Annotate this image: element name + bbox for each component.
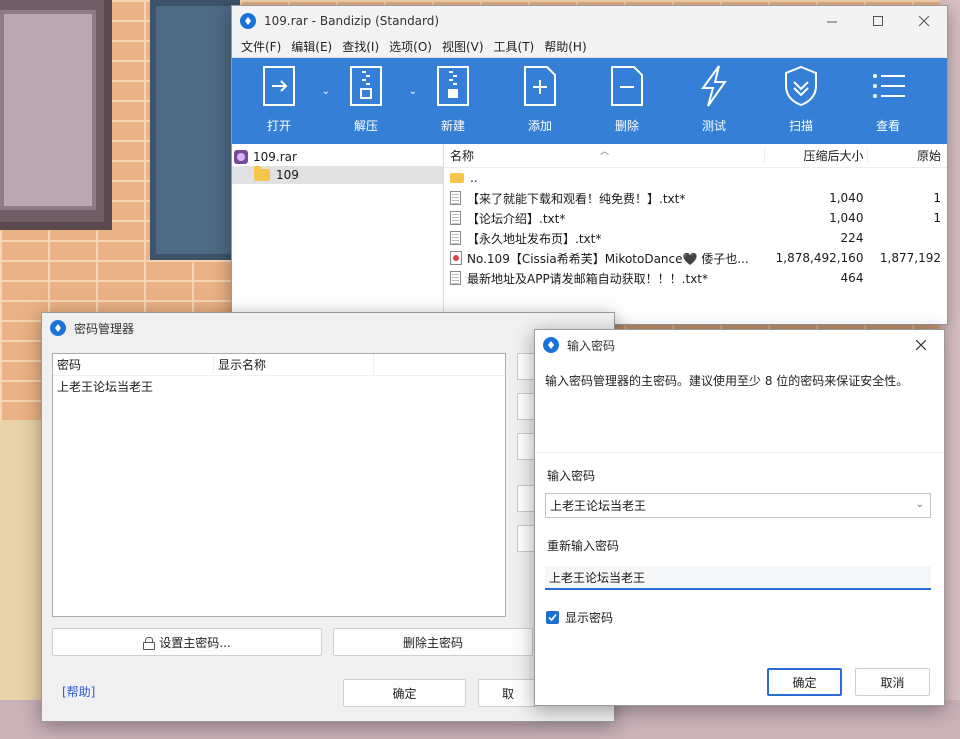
new-archive-icon xyxy=(437,66,469,106)
set-master-password-button[interactable]: 设置主密码... xyxy=(52,628,322,656)
password-manager-title: 密码管理器 xyxy=(74,321,135,336)
menu-file[interactable]: 文件(F) xyxy=(236,38,286,55)
add-button[interactable]: 添加 xyxy=(507,64,573,134)
open-icon xyxy=(263,66,295,106)
menu-bar: 文件(F) 编辑(E) 查找(I) 选项(O) 视图(V) 工具(T) 帮助(H… xyxy=(232,36,947,58)
dialog-close-button[interactable] xyxy=(898,330,944,360)
delete-master-password-button[interactable]: 删除主密码 xyxy=(333,628,533,656)
text-file-icon xyxy=(450,271,461,285)
wallpaper-window xyxy=(0,0,112,230)
show-password-checkbox[interactable] xyxy=(546,611,559,624)
password-list: 密码 显示名称 上老王论坛当老王 xyxy=(52,353,506,617)
file-row[interactable]: .. xyxy=(444,168,947,188)
maximize-button[interactable] xyxy=(855,6,901,36)
menu-view[interactable]: 视图(V) xyxy=(437,38,489,55)
confirm-password-label: 重新输入密码 xyxy=(547,539,620,553)
wallpaper-sill xyxy=(0,420,45,720)
file-row[interactable]: 【论坛介绍】.txt* 1,040 1 xyxy=(444,208,947,228)
wallpaper-panel xyxy=(150,0,240,260)
bandizip-logo-icon xyxy=(543,337,559,353)
dialog-ok-button[interactable]: 确定 xyxy=(767,668,842,696)
show-password-label: 显示密码 xyxy=(565,611,614,625)
rar-archive-icon xyxy=(234,150,248,164)
tree-item-folder[interactable]: 109 xyxy=(232,166,443,184)
menu-find[interactable]: 查找(I) xyxy=(337,38,384,55)
column-header-password[interactable]: 密码 xyxy=(53,356,213,373)
folder-tree: 109.rar 109 xyxy=(232,144,444,324)
help-link[interactable]: [帮助] xyxy=(62,683,95,700)
test-icon xyxy=(701,65,727,107)
scan-shield-icon xyxy=(785,65,817,107)
password-list-item[interactable]: 上老王论坛当老王 xyxy=(53,376,505,396)
file-row[interactable]: 【来了就能下载和观看！纯免费！】.txt* 1,040 1 xyxy=(444,188,947,208)
minimize-button[interactable] xyxy=(809,6,855,36)
dialog-description: 输入密码管理器的主密码。建议使用至少 8 位的密码来保证安全性。 xyxy=(545,374,909,388)
password-combobox[interactable]: 上老王论坛当老王 ⌄ xyxy=(545,493,931,518)
delete-icon xyxy=(611,66,643,106)
bandizip-content: 109.rar 109 名称 ︿ 压缩后大小 原始 .. 【来了就能下载和观看！… xyxy=(232,144,947,324)
password-manager-cancel-button[interactable]: 取 xyxy=(478,679,538,707)
bandizip-window: 109.rar - Bandizip (Standard) 文件(F) 编辑(E… xyxy=(231,5,948,325)
open-button[interactable]: 打开 ⌄ xyxy=(246,64,330,134)
chevron-down-icon[interactable]: ⌄ xyxy=(916,499,924,510)
delete-button[interactable]: 删除 xyxy=(594,64,660,134)
folder-icon xyxy=(254,166,270,181)
lock-icon xyxy=(143,636,156,650)
password-manager-titlebar[interactable]: 密码管理器 xyxy=(42,313,614,343)
dialog-title: 输入密码 xyxy=(567,338,616,353)
file-row[interactable]: 【永久地址发布页】.txt* 224 xyxy=(444,228,947,248)
test-button[interactable]: 测试 xyxy=(681,64,747,134)
password-label: 输入密码 xyxy=(547,469,596,483)
menu-help[interactable]: 帮助(H) xyxy=(539,38,591,55)
video-file-icon xyxy=(450,251,462,265)
view-list-icon xyxy=(873,74,905,98)
sort-ascending-icon: ︿ xyxy=(600,147,610,157)
menu-tools[interactable]: 工具(T) xyxy=(489,38,540,55)
menu-edit[interactable]: 编辑(E) xyxy=(286,38,337,55)
file-row[interactable]: 最新地址及APP请发邮箱自动获取！！！.txt* 464 xyxy=(444,268,947,288)
text-file-icon xyxy=(450,231,461,245)
extract-icon xyxy=(350,66,382,106)
text-file-icon xyxy=(450,191,461,205)
bandizip-logo-icon xyxy=(50,320,66,336)
column-header-display-name[interactable]: 显示名称 xyxy=(213,356,373,373)
main-toolbar: 打开 ⌄ 解压 ⌄ 新建 添加 删除 测试 扫描 查看 xyxy=(232,58,947,144)
confirm-password-input[interactable]: 上老王论坛当老王 xyxy=(545,566,931,590)
window-title: 109.rar - Bandizip (Standard) xyxy=(264,14,440,28)
dialog-separator xyxy=(535,452,944,453)
password-list-header: 密码 显示名称 xyxy=(53,354,505,376)
text-file-icon xyxy=(450,211,461,225)
bandizip-logo-icon xyxy=(240,13,256,29)
close-icon xyxy=(918,15,929,26)
open-dropdown-chevron-icon[interactable]: ⌄ xyxy=(322,86,330,97)
dialog-cancel-button[interactable]: 取消 xyxy=(855,668,930,696)
password-manager-window: 密码管理器 密码 显示名称 上老王论坛当老王 设置主密码... 删除主密码 [帮… xyxy=(41,312,615,722)
add-icon xyxy=(524,66,556,106)
menu-options[interactable]: 选项(O) xyxy=(384,38,437,55)
extract-button[interactable]: 解压 ⌄ xyxy=(333,64,417,134)
tree-item-archive[interactable]: 109.rar xyxy=(232,148,443,166)
password-manager-ok-button[interactable]: 确定 xyxy=(343,679,466,707)
file-list-header: 名称 ︿ 压缩后大小 原始 xyxy=(444,144,947,168)
view-button[interactable]: 查看 xyxy=(855,64,921,134)
close-icon xyxy=(915,339,926,350)
file-list: 名称 ︿ 压缩后大小 原始 .. 【来了就能下载和观看！纯免费！】.txt* 1… xyxy=(444,144,947,324)
new-archive-button[interactable]: 新建 xyxy=(420,64,486,134)
input-password-titlebar[interactable]: 输入密码 xyxy=(535,330,944,360)
file-row[interactable]: No.109【Cissia希希芙】MikotoDance🖤 倭子也... 1,8… xyxy=(444,248,947,268)
extract-dropdown-chevron-icon[interactable]: ⌄ xyxy=(409,86,417,97)
show-password-row[interactable]: 显示密码 xyxy=(546,609,613,626)
checkmark-icon xyxy=(548,613,557,622)
minimize-icon xyxy=(826,21,837,22)
column-header-compressed[interactable]: 压缩后大小 xyxy=(764,147,867,164)
maximize-icon xyxy=(872,15,883,26)
input-password-dialog: 输入密码 输入密码管理器的主密码。建议使用至少 8 位的密码来保证安全性。 输入… xyxy=(534,329,945,706)
bandizip-titlebar[interactable]: 109.rar - Bandizip (Standard) xyxy=(232,6,947,36)
parent-folder-icon xyxy=(450,173,464,183)
scan-button[interactable]: 扫描 xyxy=(768,64,834,134)
column-header-original[interactable]: 原始 xyxy=(867,147,947,164)
close-button[interactable] xyxy=(901,6,947,36)
